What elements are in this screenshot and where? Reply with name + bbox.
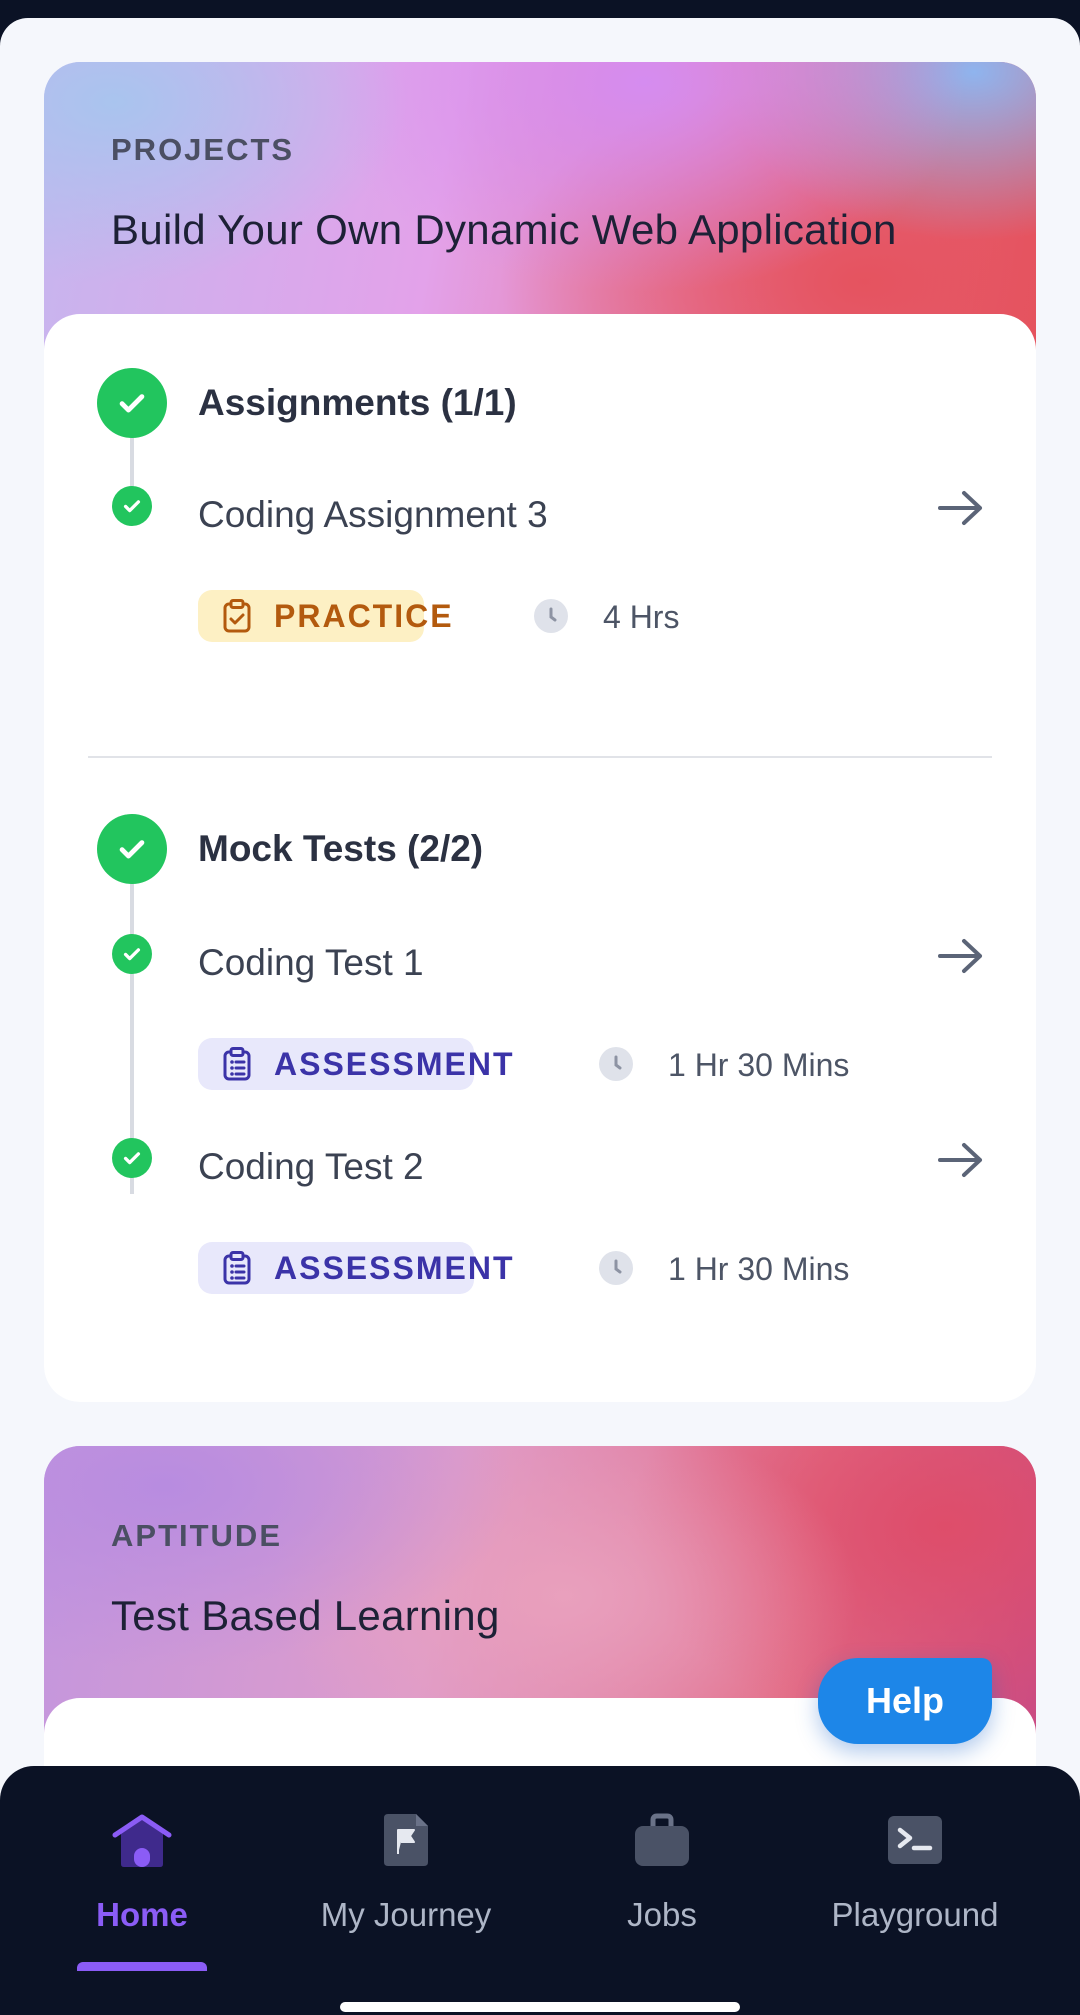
duration-text: 4 Hrs — [603, 599, 680, 635]
nav-label-jobs: Jobs — [627, 1896, 697, 1933]
nav-label-home: Home — [96, 1896, 188, 1933]
item-complete-check-icon — [112, 486, 152, 526]
project-card-kicker: PROJECTS — [111, 132, 295, 167]
item-title-coding-test-2[interactable]: Coding Test 2 — [198, 1146, 424, 1188]
home-icon — [112, 1814, 172, 1867]
active-tab-indicator — [77, 1962, 207, 1971]
section-complete-check-icon — [97, 368, 167, 438]
item-complete-check-icon — [112, 934, 152, 974]
clipboard-list-icon — [223, 1047, 251, 1081]
section-complete-check-icon — [97, 814, 167, 884]
project-card-body: Assignments (1/1) Coding Assignment 3 PR… — [44, 314, 1036, 1402]
screen: PROJECTS Build Your Own Dynamic Web Appl… — [0, 18, 1080, 2015]
item-complete-check-icon — [112, 1138, 152, 1178]
nav-label-my-journey: My Journey — [320, 1896, 492, 1933]
section-divider — [88, 756, 992, 758]
briefcase-icon — [635, 1813, 689, 1866]
section-title-mock-tests: Mock Tests (2/2) — [198, 828, 484, 869]
tag-label: ASSESSMENT — [274, 1045, 515, 1082]
assessment-tag: ASSESSMENT — [198, 1242, 512, 1294]
nav-item-home[interactable]: Home — [17, 1766, 267, 1966]
nav-item-jobs[interactable]: Jobs — [537, 1766, 787, 1966]
arrow-right-icon[interactable] — [936, 936, 986, 976]
item-title-coding-assignment-3[interactable]: Coding Assignment 3 — [198, 494, 548, 536]
aptitude-card-title[interactable]: Test Based Learning — [111, 1592, 500, 1640]
help-button[interactable]: Help — [818, 1658, 992, 1744]
arrow-right-icon[interactable] — [936, 1140, 986, 1180]
assessment-tag: ASSESSMENT — [198, 1038, 512, 1090]
project-card: PROJECTS Build Your Own Dynamic Web Appl… — [44, 62, 1036, 1402]
tag-label: PRACTICE — [274, 597, 454, 634]
home-indicator-bar — [340, 2002, 740, 2012]
section-title-assignments: Assignments (1/1) — [198, 382, 517, 423]
project-card-title[interactable]: Build Your Own Dynamic Web Application — [111, 206, 897, 254]
clock-icon — [599, 1251, 633, 1285]
clock-icon — [534, 599, 568, 633]
flag-icon — [384, 1814, 428, 1866]
bottom-nav: Home My Journey Jobs Playground — [0, 1766, 1080, 2015]
tag-label: ASSESSMENT — [274, 1249, 515, 1286]
duration-text: 1 Hr 30 Mins — [668, 1251, 850, 1287]
nav-label-playground: Playground — [831, 1896, 999, 1933]
aptitude-card-kicker: APTITUDE — [111, 1518, 282, 1553]
nav-item-my-journey[interactable]: My Journey — [281, 1766, 531, 1966]
arrow-right-icon[interactable] — [936, 488, 986, 528]
clock-icon — [599, 1047, 633, 1081]
clipboard-check-icon — [223, 599, 251, 633]
practice-tag: PRACTICE — [198, 590, 452, 642]
item-title-coding-test-1[interactable]: Coding Test 1 — [198, 942, 424, 984]
nav-item-playground[interactable]: Playground — [790, 1766, 1040, 1966]
duration-text: 1 Hr 30 Mins — [668, 1047, 850, 1083]
terminal-icon — [888, 1816, 942, 1864]
clipboard-list-icon — [223, 1251, 251, 1285]
